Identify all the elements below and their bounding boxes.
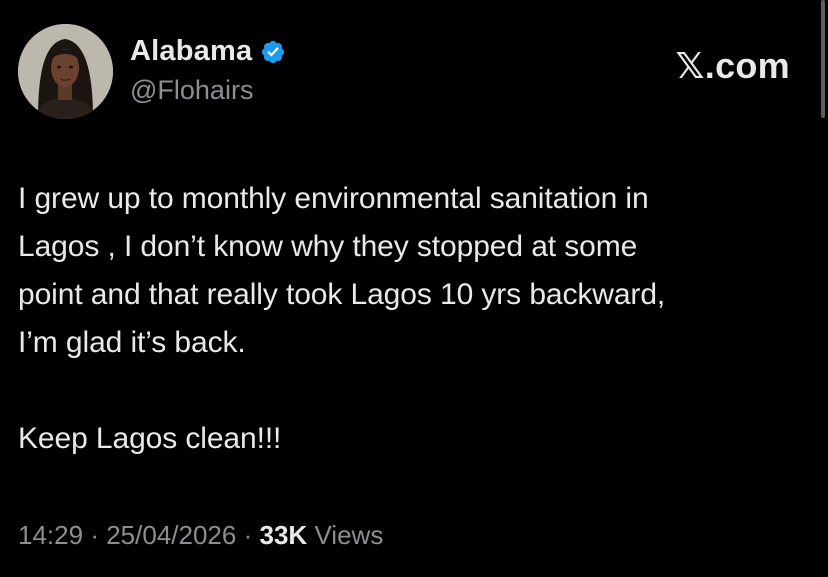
- tweet-line: Lagos , I don’t know why they stopped at…: [18, 230, 638, 263]
- avatar[interactable]: [18, 24, 113, 119]
- tweet-date[interactable]: 25/04/2026: [106, 520, 236, 550]
- tweet-line: point and that really took Lagos 10 yrs …: [18, 278, 666, 311]
- tweet-line: Keep Lagos clean!!!: [18, 422, 282, 455]
- views-count[interactable]: 33K: [260, 520, 308, 550]
- author-name-row: Alabama: [130, 34, 286, 68]
- x-logo-brand: 𝕏.com: [675, 45, 790, 86]
- author-handle[interactable]: @Flohairs: [130, 74, 253, 106]
- meta-separator: ·: [90, 520, 99, 550]
- author-display-name[interactable]: Alabama: [130, 34, 252, 68]
- scrollbar[interactable]: [821, 0, 825, 118]
- meta-separator: ·: [243, 520, 253, 550]
- tweet-line: I’m glad it’s back.: [18, 326, 246, 359]
- tweet-time[interactable]: 14:29: [18, 520, 83, 550]
- tweet-metadata: 14:29 · 25/04/2026 · 33K Views: [18, 518, 383, 552]
- tweet-line: I grew up to monthly environmental sanit…: [18, 182, 649, 215]
- views-label: Views: [314, 520, 384, 550]
- verified-badge-icon: [262, 40, 285, 64]
- tweet-text: I grew up to monthly environmental sanit…: [18, 175, 808, 463]
- avatar-photo: [18, 24, 113, 119]
